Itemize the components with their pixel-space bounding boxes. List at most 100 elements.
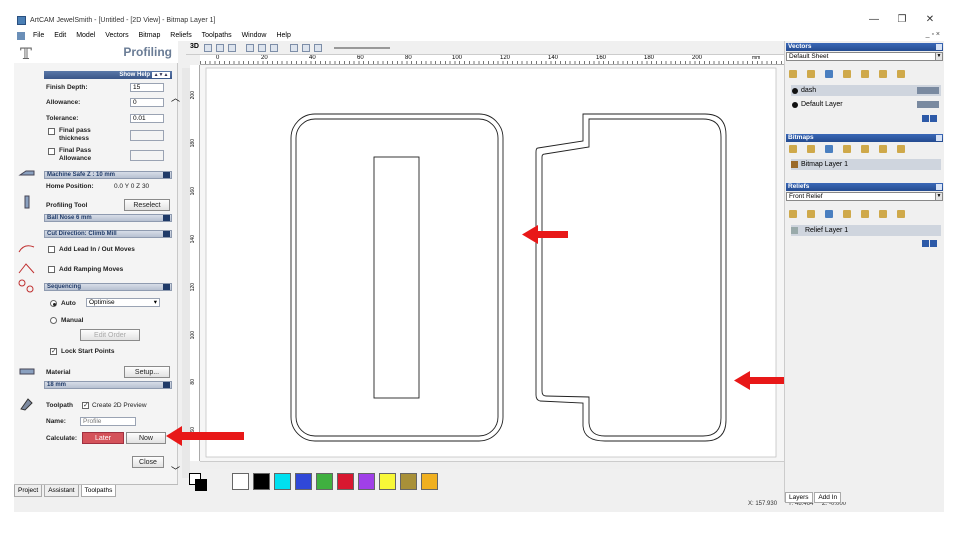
open-bitmap-icon[interactable] [807, 145, 815, 153]
menu-edit[interactable]: Edit [50, 31, 70, 41]
minimize-button[interactable]: — [862, 14, 886, 28]
layer-settings-icon[interactable] [897, 70, 905, 78]
lead-in-out-checkbox[interactable] [48, 246, 55, 253]
collapse-up-icon[interactable]: ︿ [171, 91, 180, 104]
color-swatch[interactable] [400, 473, 417, 490]
bitmap-settings-icon[interactable] [897, 145, 905, 153]
cut-direction-bar[interactable]: Cut Direction: Climb Mill [44, 230, 172, 238]
help-toggle-icon[interactable]: ▲▼▲ [152, 72, 170, 78]
new-layer-icon[interactable] [789, 70, 797, 78]
tab-project[interactable]: Project [14, 485, 43, 497]
final-pass-allowance-input[interactable] [130, 150, 164, 161]
mdi-controls[interactable]: _ ▫ × [926, 31, 940, 38]
final-pass-thickness-input[interactable] [130, 130, 164, 141]
close-window-button[interactable]: ✕ [918, 14, 942, 28]
tab-add-in[interactable]: Add In [814, 492, 842, 503]
menu-help[interactable]: Help [272, 31, 294, 41]
menu-window[interactable]: Window [238, 31, 271, 41]
sequencing-bar[interactable]: Sequencing [44, 283, 172, 291]
vector-sheet-select[interactable]: Default Sheet ▼ [786, 52, 943, 61]
relief-select[interactable]: Front Relief ▼ [786, 192, 943, 201]
zoom-out-icon[interactable] [216, 44, 224, 52]
layer-toggle-icon[interactable] [290, 44, 298, 52]
save-bitmap-icon[interactable] [825, 145, 833, 153]
color-swatch[interactable] [232, 473, 249, 490]
zoom-selection-icon[interactable] [270, 44, 278, 52]
layer-visibility-icon[interactable] [917, 101, 939, 108]
save-relief-icon[interactable] [825, 210, 833, 218]
zoom-box-icon[interactable] [258, 44, 266, 52]
collapse-down-icon[interactable]: ﹀ [171, 464, 180, 477]
vector-layer-item[interactable]: dash [791, 85, 941, 96]
grid-icon[interactable] [314, 44, 322, 52]
final-pass-thickness-checkbox[interactable] [48, 128, 55, 135]
delete-layer-icon[interactable] [879, 70, 887, 78]
show-help-bar[interactable]: Show Help ▲▼▲ [44, 71, 172, 79]
zoom-previous-icon[interactable] [246, 44, 254, 52]
auto-radio[interactable] [50, 300, 57, 307]
copy-layer-icon[interactable] [861, 70, 869, 78]
color-swatch[interactable] [295, 473, 312, 490]
tab-layers[interactable]: Layers [785, 492, 813, 503]
color-swatch[interactable] [253, 473, 270, 490]
primary-secondary-color-icon[interactable] [189, 473, 207, 491]
canvas-horizontal-scrollbar[interactable] [200, 461, 784, 469]
ramping-checkbox[interactable] [48, 266, 55, 273]
move-up-icon[interactable] [922, 115, 929, 122]
menu-model[interactable]: Model [72, 31, 99, 41]
color-swatch[interactable] [274, 473, 291, 490]
menu-reliefs[interactable]: Reliefs [166, 31, 195, 41]
material-value-bar[interactable]: 18 mm [44, 381, 172, 389]
lock-start-points-checkbox[interactable] [50, 347, 57, 355]
open-relief-icon[interactable] [807, 210, 815, 218]
relief-copy-icon[interactable] [861, 210, 869, 218]
move-down-icon[interactable] [930, 240, 937, 247]
relief-delete-icon[interactable] [879, 210, 887, 218]
setup-button[interactable]: Setup... [124, 366, 170, 378]
tab-assistant[interactable]: Assistant [44, 485, 79, 497]
relief-tool-icon[interactable] [843, 210, 851, 218]
color-swatch[interactable] [337, 473, 354, 490]
color-swatch[interactable] [316, 473, 333, 490]
move-down-icon[interactable] [930, 115, 937, 122]
bitmap-layer-item[interactable]: Bitmap Layer 1 [791, 159, 941, 170]
menu-bitmap[interactable]: Bitmap [135, 31, 165, 41]
edit-order-button[interactable]: Edit Order [80, 329, 140, 341]
color-swatch[interactable] [421, 473, 438, 490]
merge-layer-icon[interactable] [843, 70, 851, 78]
blend-slider[interactable] [334, 47, 390, 49]
finish-depth-input[interactable]: 15 [130, 83, 164, 92]
create-preview-checkbox[interactable] [82, 401, 89, 409]
panel-close-icon[interactable] [936, 184, 942, 190]
vector-drawing[interactable] [200, 65, 808, 461]
design-canvas[interactable] [200, 65, 808, 461]
bitmap-delete-icon[interactable] [879, 145, 887, 153]
final-pass-allowance-checkbox[interactable] [48, 148, 55, 155]
save-layer-icon[interactable] [825, 70, 833, 78]
close-button[interactable]: Close [132, 456, 164, 468]
vector-layer-item[interactable]: Default Layer [791, 99, 941, 110]
relief-settings-icon[interactable] [897, 210, 905, 218]
panel-scrollbar[interactable] [182, 68, 190, 478]
tab-toolpaths[interactable]: Toolpaths [80, 485, 117, 497]
zoom-in-icon[interactable] [204, 44, 212, 52]
move-up-icon[interactable] [922, 240, 929, 247]
bitmap-tool-icon[interactable] [843, 145, 851, 153]
reselect-button[interactable]: Reselect [124, 199, 170, 211]
panel-close-icon[interactable] [936, 44, 942, 50]
menu-vectors[interactable]: Vectors [101, 31, 132, 41]
tool-name-bar[interactable]: Ball Nose 6 mm [44, 214, 172, 222]
tolerance-input[interactable]: 0.01 [130, 114, 164, 123]
machine-safe-z-bar[interactable]: Machine Safe Z : 10 mm [44, 171, 172, 179]
new-relief-icon[interactable] [789, 210, 797, 218]
now-button[interactable]: Now [126, 432, 166, 444]
panel-close-icon[interactable] [936, 135, 942, 141]
manual-radio[interactable] [50, 317, 57, 324]
zoom-fit-icon[interactable] [228, 44, 236, 52]
allowance-input[interactable]: 0 [130, 98, 164, 107]
open-layer-icon[interactable] [807, 70, 815, 78]
later-button[interactable]: Later [82, 432, 124, 444]
relief-layer-item[interactable]: Relief Layer 1 [791, 225, 941, 236]
menu-toolpaths[interactable]: Toolpaths [198, 31, 236, 41]
color-swatch[interactable] [379, 473, 396, 490]
